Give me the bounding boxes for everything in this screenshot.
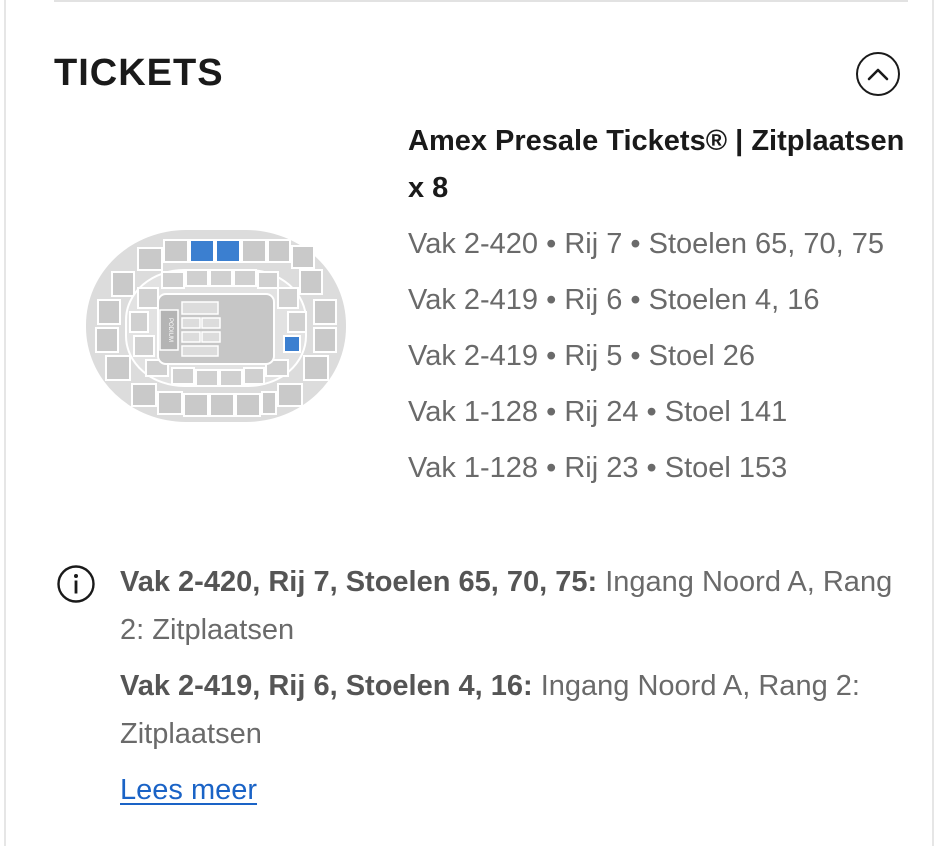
seat-map[interactable]: PODIUM: [82, 226, 350, 426]
seat-line: Vak 2-419 • Rij 6 • Stoelen 4, 16: [408, 284, 820, 316]
read-more-link[interactable]: Lees meer: [120, 766, 257, 814]
top-divider: [54, 0, 908, 2]
selected-section-2-419: [215, 239, 241, 263]
collapse-button[interactable]: [856, 52, 900, 96]
tickets-card: TICKETS PODIUM Amex Presale Tickets® | Z…: [4, 0, 934, 846]
ticket-info: Amex Presale Tickets® | Zitplaatsen x 8 …: [408, 118, 908, 500]
entrance-item: Vak 2-420, Rij 7, Stoelen 65, 70, 75: In…: [120, 558, 896, 654]
seat-line: Vak 2-420 • Rij 7 • Stoelen 65, 70, 75: [408, 228, 885, 260]
info-icon: [57, 565, 95, 603]
entrance-list: Vak 2-420, Rij 7, Stoelen 65, 70, 75: In…: [120, 558, 896, 814]
stage-label: PODIUM: [167, 318, 173, 342]
section-title: TICKETS: [54, 52, 224, 94]
entrance-info: Vak 2-420, Rij 7, Stoelen 65, 70, 75: In…: [56, 558, 896, 814]
seat-line: Vak 1-128 • Rij 24 • Stoel 141: [408, 396, 788, 428]
seat-line: Vak 1-128 • Rij 23 • Stoel 153: [408, 452, 788, 484]
ticket-name: Amex Presale Tickets® | Zitplaatsen x 8: [408, 125, 905, 204]
entrance-seats: Vak 2-420, Rij 7, Stoelen 65, 70, 75:: [120, 566, 598, 598]
selected-section-2-420: [189, 239, 215, 263]
seat-line: Vak 2-419 • Rij 5 • Stoel 26: [408, 340, 756, 372]
selected-section-1-128: [283, 335, 301, 353]
chevron-up-icon: [867, 68, 889, 81]
entrance-seats: Vak 2-419, Rij 6, Stoelen 4, 16:: [120, 670, 533, 702]
entrance-item: Vak 2-419, Rij 6, Stoelen 4, 16: Ingang …: [120, 662, 896, 758]
